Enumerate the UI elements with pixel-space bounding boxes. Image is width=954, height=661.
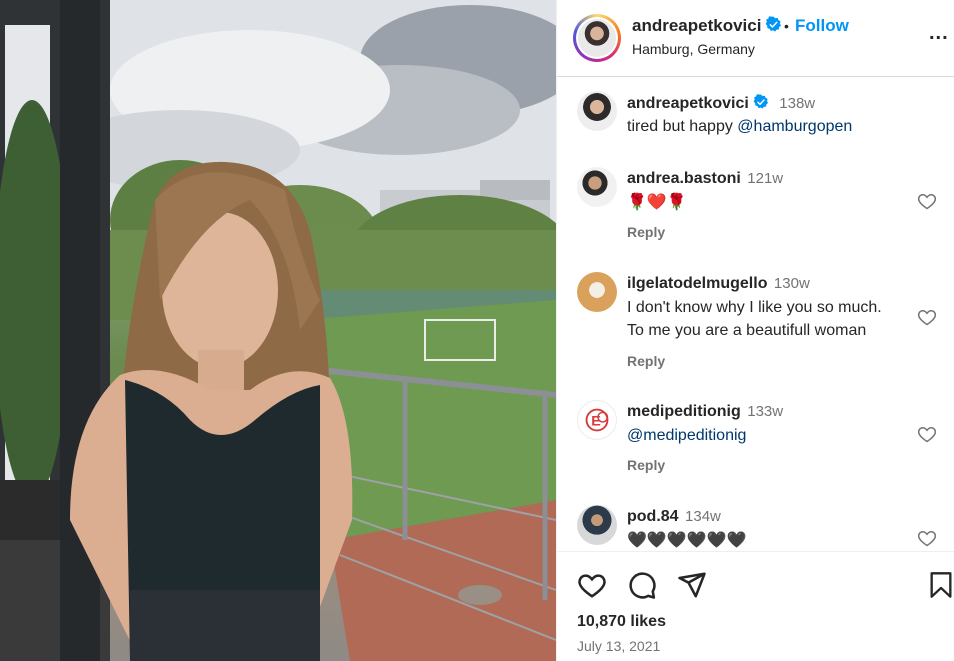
verified-badge-icon [765, 16, 782, 38]
comments-list[interactable]: andreapetkovici 138w tired but happy @ha… [557, 77, 954, 551]
post-details-panel: andreapetkovici • Follow Hamburg, German… [556, 0, 954, 661]
reply-button[interactable]: Reply [627, 353, 665, 369]
comment-avatar[interactable]: E [577, 400, 617, 440]
comment-like-heart-icon[interactable] [917, 191, 939, 213]
comment-text: 🌹❤️🌹 [627, 194, 687, 211]
comment-mention[interactable]: @medipeditionig [627, 427, 746, 444]
likes-count[interactable]: 10,870 likes [577, 613, 666, 631]
caption-text: tired but happy [627, 118, 738, 135]
follow-button[interactable]: Follow [795, 16, 849, 36]
comment-time[interactable]: 121w [747, 170, 783, 187]
save-icon[interactable] [927, 570, 954, 600]
comment-avatar[interactable] [577, 167, 617, 207]
author-avatar[interactable] [573, 14, 621, 62]
share-icon[interactable] [677, 570, 707, 600]
post-photo[interactable] [0, 0, 556, 661]
caption-username[interactable]: andreapetkovici [627, 95, 749, 112]
header-separator: • [784, 18, 789, 34]
post-location[interactable]: Hamburg, Germany [632, 41, 755, 57]
like-heart-icon[interactable] [577, 570, 607, 600]
svg-text:E: E [591, 414, 601, 430]
comment-like-heart-icon[interactable] [917, 307, 939, 329]
comment-text: 🖤🖤🖤🖤🖤🖤 [627, 532, 747, 549]
comment-avatar[interactable] [577, 272, 617, 312]
comment-icon[interactable] [627, 570, 657, 600]
verified-badge-icon [753, 94, 769, 115]
photo-scene [0, 0, 556, 661]
comment-avatar[interactable] [577, 505, 617, 545]
comment-like-heart-icon[interactable] [917, 528, 939, 550]
caption-time[interactable]: 138w [779, 95, 815, 112]
post-actions: 10,870 likes July 13, 2021 [557, 551, 954, 661]
post-date[interactable]: July 13, 2021 [577, 638, 660, 654]
post-header: andreapetkovici • Follow Hamburg, German… [557, 0, 954, 77]
more-options-icon[interactable]: ... [929, 23, 949, 43]
comment-time[interactable]: 130w [774, 275, 810, 292]
comment-time[interactable]: 133w [747, 403, 783, 420]
comment-like-heart-icon[interactable] [917, 424, 939, 446]
caption-mention[interactable]: @hamburgopen [737, 118, 852, 135]
reply-button[interactable]: Reply [627, 224, 665, 240]
comment-username[interactable]: medipeditionig [627, 403, 741, 420]
comment-text-line-2: To me you are a beautifull woman [627, 322, 867, 339]
comment-username[interactable]: pod.84 [627, 508, 679, 525]
reply-button[interactable]: Reply [627, 457, 665, 473]
comment-username[interactable]: andrea.bastoni [627, 170, 741, 187]
comment-text-line-1: I don't know why I like you so much. [627, 299, 882, 316]
caption-avatar[interactable] [577, 91, 617, 131]
comment-username[interactable]: ilgelatodelmugello [627, 275, 767, 292]
author-username[interactable]: andreapetkovici [632, 16, 761, 35]
comment-time[interactable]: 134w [685, 508, 721, 525]
